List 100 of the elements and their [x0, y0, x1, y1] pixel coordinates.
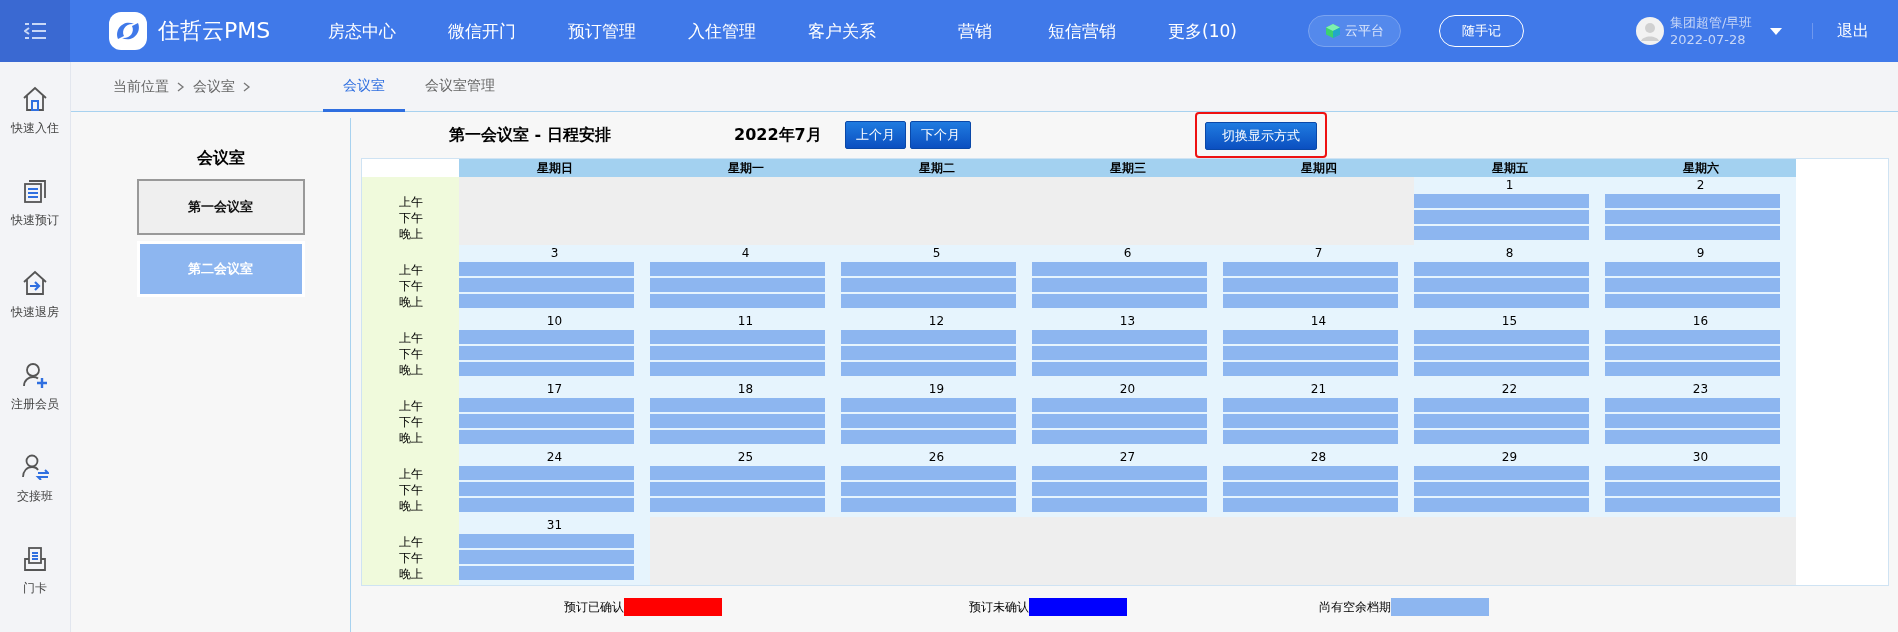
time-slot[interactable] — [1032, 466, 1207, 480]
time-slot[interactable] — [1223, 482, 1398, 496]
time-slot[interactable] — [1605, 430, 1780, 444]
nav-link[interactable]: 客户关系 — [808, 19, 928, 43]
sidebar-item[interactable]: 快速入住 — [0, 74, 70, 166]
nav-link[interactable]: 预订管理 — [568, 19, 688, 43]
time-slot[interactable] — [841, 330, 1016, 344]
time-slot[interactable] — [1414, 194, 1589, 208]
time-slot[interactable] — [1414, 294, 1589, 308]
time-slot[interactable] — [1032, 430, 1207, 444]
sidebar-item[interactable]: 快速预订 — [0, 166, 70, 258]
time-slot[interactable] — [1605, 330, 1780, 344]
time-slot[interactable] — [1414, 262, 1589, 276]
time-slot[interactable] — [1032, 498, 1207, 512]
time-slot[interactable] — [841, 482, 1016, 496]
time-slot[interactable] — [1223, 362, 1398, 376]
time-slot[interactable] — [1605, 398, 1780, 412]
time-slot[interactable] — [1605, 346, 1780, 360]
time-slot[interactable] — [650, 398, 825, 412]
time-slot[interactable] — [1223, 414, 1398, 428]
time-slot[interactable] — [1032, 482, 1207, 496]
time-slot[interactable] — [1032, 362, 1207, 376]
time-slot[interactable] — [841, 362, 1016, 376]
nav-link[interactable]: 短信营销 — [1048, 19, 1168, 43]
tab[interactable]: 会议室 — [323, 62, 405, 112]
time-slot[interactable] — [1605, 194, 1780, 208]
time-slot[interactable] — [1605, 482, 1780, 496]
nav-link[interactable]: 更多(10) — [1168, 19, 1288, 43]
time-slot[interactable] — [1032, 294, 1207, 308]
time-slot[interactable] — [1032, 398, 1207, 412]
next-month-button[interactable]: 下个月 — [910, 121, 971, 149]
time-slot[interactable] — [841, 262, 1016, 276]
logout-link[interactable]: 退出 — [1837, 20, 1870, 42]
time-slot[interactable] — [1605, 226, 1780, 240]
time-slot[interactable] — [1223, 398, 1398, 412]
time-slot[interactable] — [650, 362, 825, 376]
time-slot[interactable] — [459, 550, 634, 564]
time-slot[interactable] — [1223, 466, 1398, 480]
time-slot[interactable] — [650, 430, 825, 444]
nav-link[interactable]: 入住管理 — [688, 19, 808, 43]
time-slot[interactable] — [1032, 278, 1207, 292]
time-slot[interactable] — [1605, 210, 1780, 224]
time-slot[interactable] — [650, 482, 825, 496]
time-slot[interactable] — [841, 466, 1016, 480]
time-slot[interactable] — [1414, 346, 1589, 360]
time-slot[interactable] — [459, 262, 634, 276]
time-slot[interactable] — [1414, 430, 1589, 444]
time-slot[interactable] — [1223, 294, 1398, 308]
time-slot[interactable] — [1414, 278, 1589, 292]
nav-link[interactable]: 微信开门 — [448, 19, 568, 43]
time-slot[interactable] — [459, 466, 634, 480]
time-slot[interactable] — [1414, 330, 1589, 344]
time-slot[interactable] — [1414, 466, 1589, 480]
time-slot[interactable] — [459, 566, 634, 580]
time-slot[interactable] — [459, 346, 634, 360]
time-slot[interactable] — [650, 294, 825, 308]
caret-icon[interactable] — [1770, 27, 1783, 35]
switch-view-button[interactable]: 切换显示方式 — [1205, 122, 1317, 150]
time-slot[interactable] — [650, 498, 825, 512]
time-slot[interactable] — [841, 430, 1016, 444]
time-slot[interactable] — [1414, 398, 1589, 412]
time-slot[interactable] — [1414, 226, 1589, 240]
time-slot[interactable] — [459, 278, 634, 292]
time-slot[interactable] — [1032, 346, 1207, 360]
time-slot[interactable] — [1223, 262, 1398, 276]
time-slot[interactable] — [1605, 262, 1780, 276]
time-slot[interactable] — [1414, 414, 1589, 428]
cloud-platform-button[interactable]: 云平台 — [1308, 15, 1401, 47]
time-slot[interactable] — [650, 278, 825, 292]
room-button[interactable]: 第一会议室 — [136, 179, 305, 235]
time-slot[interactable] — [841, 498, 1016, 512]
nav-link[interactable]: 房态中心 — [328, 19, 448, 43]
time-slot[interactable] — [459, 430, 634, 444]
sidebar-item[interactable]: 注册会员 — [0, 350, 70, 442]
time-slot[interactable] — [1032, 414, 1207, 428]
time-slot[interactable] — [650, 330, 825, 344]
time-slot[interactable] — [841, 278, 1016, 292]
previous-month-button[interactable]: 上个月 — [845, 121, 906, 149]
time-slot[interactable] — [1605, 414, 1780, 428]
menu-button[interactable] — [0, 0, 70, 62]
nav-link[interactable]: 营销 — [928, 19, 1048, 43]
time-slot[interactable] — [1605, 498, 1780, 512]
time-slot[interactable] — [1414, 210, 1589, 224]
time-slot[interactable] — [1605, 466, 1780, 480]
time-slot[interactable] — [459, 482, 634, 496]
time-slot[interactable] — [1414, 498, 1589, 512]
time-slot[interactable] — [1032, 330, 1207, 344]
time-slot[interactable] — [1223, 278, 1398, 292]
time-slot[interactable] — [459, 414, 634, 428]
sidebar-item[interactable]: 交接班 — [0, 442, 70, 534]
time-slot[interactable] — [1414, 482, 1589, 496]
time-slot[interactable] — [459, 294, 634, 308]
sidebar-item[interactable]: 快速退房 — [0, 258, 70, 350]
time-slot[interactable] — [459, 534, 634, 548]
time-slot[interactable] — [459, 398, 634, 412]
time-slot[interactable] — [841, 346, 1016, 360]
time-slot[interactable] — [650, 346, 825, 360]
time-slot[interactable] — [1414, 362, 1589, 376]
time-slot[interactable] — [1223, 346, 1398, 360]
time-slot[interactable] — [459, 330, 634, 344]
